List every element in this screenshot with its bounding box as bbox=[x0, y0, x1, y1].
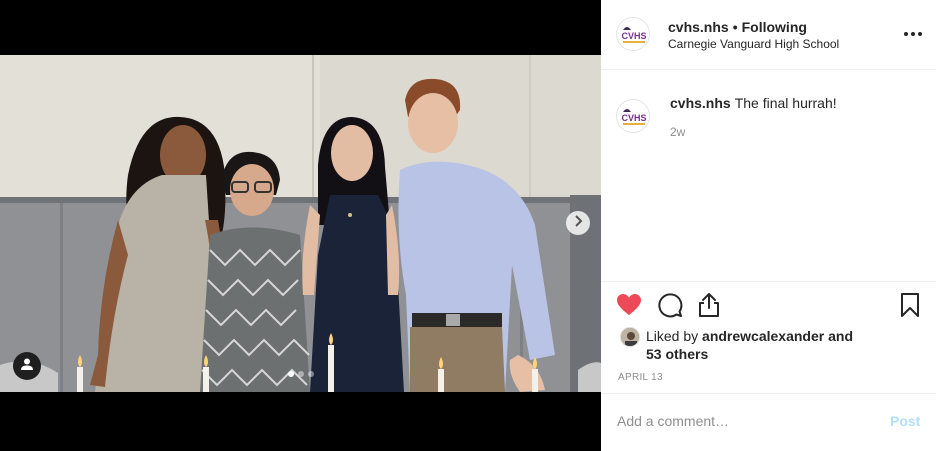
post-header: CVHS cvhs.nhs • Following Carnegie Vanguar… bbox=[601, 0, 936, 70]
caption-username-link[interactable]: cvhs.nhs bbox=[670, 95, 731, 111]
cvhs-logo: CVHS bbox=[617, 100, 649, 132]
separator-dot: • bbox=[732, 19, 738, 35]
more-options-icon bbox=[904, 32, 908, 36]
comment-icon bbox=[657, 292, 683, 323]
location-link[interactable]: Carnegie Vanguard High School bbox=[668, 37, 839, 51]
caption-avatar[interactable]: CVHS bbox=[616, 99, 650, 133]
username-link[interactable]: cvhs.nhs bbox=[668, 19, 729, 35]
post-photo[interactable] bbox=[0, 55, 601, 392]
group-photo-image bbox=[0, 55, 601, 392]
comment-button[interactable] bbox=[656, 292, 684, 323]
likes-others-link[interactable]: 53 others bbox=[646, 346, 708, 362]
likes-and: and bbox=[824, 328, 853, 344]
carousel-indicator bbox=[288, 371, 314, 377]
heart-icon bbox=[616, 293, 642, 322]
next-image-button[interactable] bbox=[566, 211, 590, 235]
liker-avatar[interactable] bbox=[620, 327, 640, 347]
share-icon bbox=[697, 292, 721, 323]
post-caption: cvhs.nhs The final hurrah! bbox=[670, 95, 837, 111]
more-options-button[interactable] bbox=[901, 24, 925, 44]
carousel-dot bbox=[298, 371, 304, 377]
carousel-dot bbox=[288, 371, 294, 377]
carousel-dot bbox=[308, 371, 314, 377]
save-button[interactable] bbox=[896, 292, 924, 323]
more-options-icon bbox=[918, 32, 922, 36]
following-button[interactable]: Following bbox=[742, 19, 807, 35]
post-comment-button[interactable]: Post bbox=[890, 413, 920, 429]
comment-bar: Post bbox=[601, 393, 936, 451]
cvhs-logo: CVHS bbox=[617, 18, 649, 50]
likes-summary: Liked by andrewcalexander and 53 others bbox=[646, 327, 886, 363]
tagged-users-button[interactable] bbox=[13, 352, 41, 380]
like-button[interactable] bbox=[615, 293, 643, 321]
more-options-icon bbox=[911, 32, 915, 36]
header-user-line: cvhs.nhs • Following bbox=[668, 19, 807, 35]
share-button[interactable] bbox=[695, 292, 723, 323]
likes-prefix: Liked by bbox=[646, 328, 703, 344]
liker-username-link[interactable]: andrewcalexander bbox=[702, 328, 824, 344]
chevron-right-icon bbox=[573, 214, 583, 232]
post-side-panel: CVHS cvhs.nhs • Following Carnegie Vanguar… bbox=[601, 0, 936, 451]
comment-input[interactable] bbox=[617, 410, 867, 432]
svg-text:CVHS: CVHS bbox=[621, 113, 646, 123]
caption-text: The final hurrah! bbox=[734, 95, 837, 111]
post-actions: Liked by andrewcalexander and 53 others A… bbox=[601, 281, 936, 393]
user-tag-icon bbox=[20, 357, 34, 376]
post-media bbox=[0, 0, 601, 451]
caption-timestamp[interactable]: 2w bbox=[670, 125, 685, 139]
svg-text:CVHS: CVHS bbox=[621, 31, 646, 41]
bookmark-icon bbox=[900, 292, 920, 323]
post-date[interactable]: APRIL 13 bbox=[618, 372, 663, 383]
avatar[interactable]: CVHS bbox=[616, 17, 650, 51]
